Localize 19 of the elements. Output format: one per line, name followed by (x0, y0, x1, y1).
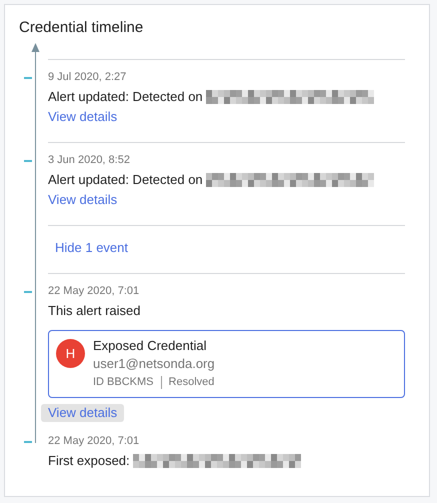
alert-status: Resolved (168, 375, 214, 390)
event-text: Alert updated: Detected on (48, 88, 203, 106)
event-text: Alert updated: Detected on (48, 171, 203, 189)
event-date: 22 May 2020, 7:01 (48, 434, 140, 449)
view-details-link[interactable]: View details (48, 191, 118, 209)
avatar: H (56, 339, 85, 368)
event-text: First exposed: (48, 452, 130, 470)
event-date: 3 Jun 2020, 8:52 (48, 153, 131, 168)
alert-email: user1@netsonda.org (93, 355, 215, 373)
hide-events-link[interactable]: Hide 1 event (55, 240, 128, 256)
event-date: 9 Jul 2020, 2:27 (48, 70, 128, 85)
view-details-link[interactable]: View details (48, 108, 118, 126)
card-title: Credential timeline (19, 19, 144, 36)
alert-title: Exposed Credential (93, 337, 208, 355)
view-details-link[interactable]: View details (41, 404, 124, 422)
alert-id: ID BBCKMS (93, 375, 154, 390)
event-text: This alert raised (48, 302, 140, 320)
event-date: 22 May 2020, 7:01 (48, 284, 140, 299)
alert-card[interactable]: H Exposed Credential user1@netsonda.org ID BBCKMS Resolved (48, 330, 405, 398)
